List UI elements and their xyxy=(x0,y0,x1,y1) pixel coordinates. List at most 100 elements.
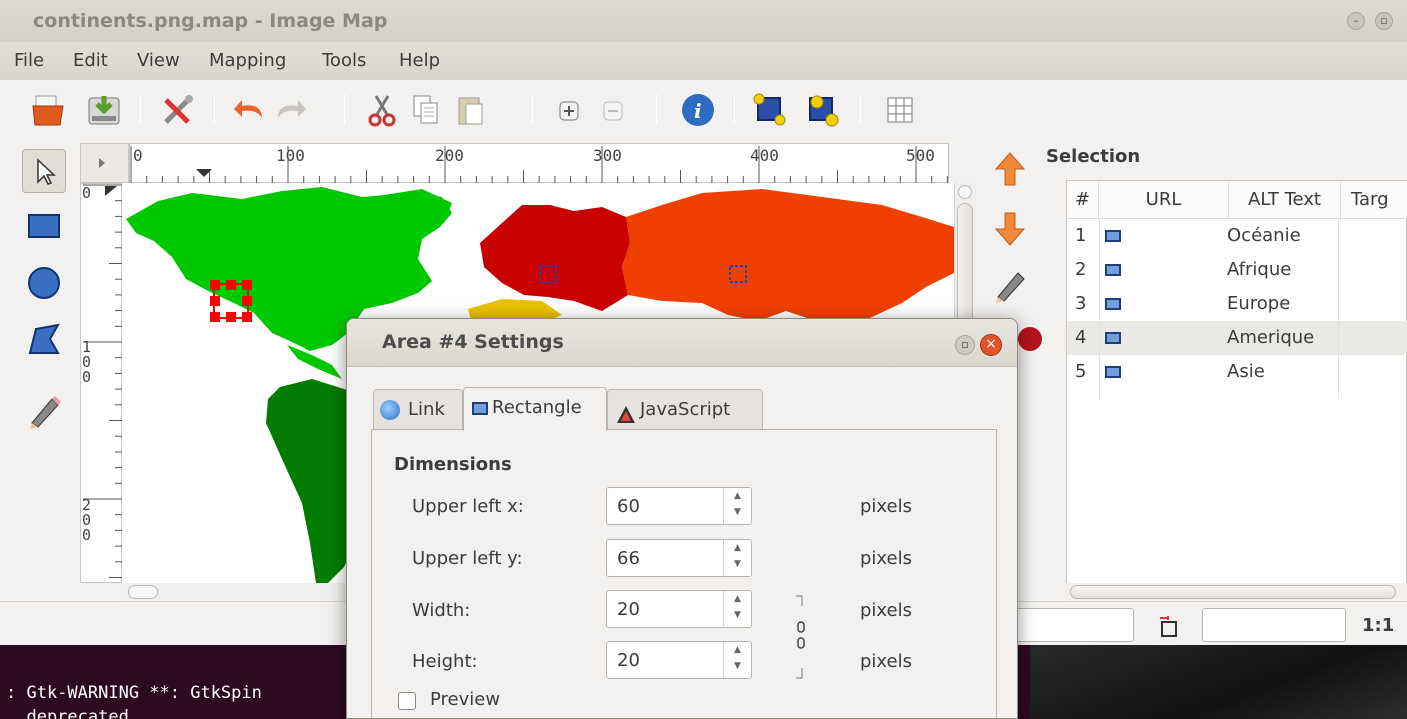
spinner-arrows[interactable]: ▲ ▼ xyxy=(723,642,751,678)
tab-label: Rectangle xyxy=(492,397,582,418)
status-field-info xyxy=(1010,608,1134,642)
tab-label: Link xyxy=(408,399,445,420)
zoom-in-icon[interactable] xyxy=(550,92,586,128)
delete-area-icon[interactable] xyxy=(1018,327,1042,351)
save-icon[interactable] xyxy=(86,92,122,128)
spinner-arrows[interactable]: ▲ ▼ xyxy=(723,591,751,627)
rectangle-icon xyxy=(1105,264,1121,276)
redo-icon[interactable] xyxy=(272,92,308,128)
central-america-shape xyxy=(287,345,342,379)
copy-icon[interactable] xyxy=(408,92,444,128)
scrollbar-thumb[interactable] xyxy=(128,585,158,599)
rectangle-icon xyxy=(1105,230,1121,242)
spinner-value[interactable]: 20 xyxy=(617,650,640,671)
circle-icon[interactable] xyxy=(22,261,66,305)
dialog-close-button[interactable]: × xyxy=(980,334,1002,356)
edit-pencil-icon[interactable] xyxy=(22,387,66,431)
move-down-icon[interactable] xyxy=(990,209,1030,249)
spinner-value[interactable]: 20 xyxy=(617,599,640,620)
chain-link-icon[interactable] xyxy=(794,594,808,680)
rectangle-tab-panel: Dimensions Upper left x: 60 ▲ ▼ pixels Up… xyxy=(371,429,997,718)
menu-mapping[interactable]: Mapping xyxy=(209,50,286,71)
table-row[interactable]: 4 Amerique xyxy=(1067,321,1407,355)
spinner-arrows[interactable]: ▲ ▼ xyxy=(723,540,751,576)
title-bar: continents.png.map - Image Map – ▫ xyxy=(0,0,1407,42)
upper-left-y-spinner[interactable]: 66 ▲ ▼ xyxy=(606,539,752,577)
row-alt-text: Asie xyxy=(1227,361,1265,382)
maximize-button[interactable]: ▫ xyxy=(1375,12,1393,30)
asia-shape xyxy=(622,189,954,333)
ruler-label: 1 0 0 xyxy=(82,338,92,386)
unit-label: pixels xyxy=(860,651,912,672)
rectangle-icon xyxy=(1105,366,1121,378)
spinner-value[interactable]: 66 xyxy=(617,548,640,569)
preferences-icon[interactable] xyxy=(160,92,196,128)
preview-label[interactable]: Preview xyxy=(430,689,500,710)
menu-view[interactable]: View xyxy=(137,50,180,71)
unit-label: pixels xyxy=(860,496,912,517)
europe-shape xyxy=(480,205,630,311)
table-row[interactable]: 2 Afrique xyxy=(1067,253,1407,287)
menu-edit[interactable]: Edit xyxy=(73,50,108,71)
move-up-icon[interactable] xyxy=(990,149,1030,189)
tool-palette xyxy=(18,143,76,443)
table-row[interactable]: 5 Asie xyxy=(1067,355,1407,389)
menu-help[interactable]: Help xyxy=(399,50,440,71)
to-back-icon[interactable] xyxy=(804,92,840,128)
section-heading: Dimensions xyxy=(394,454,512,475)
column-header-alt-text[interactable]: ALT Text xyxy=(1229,181,1341,219)
menu-file[interactable]: File xyxy=(14,50,44,71)
background-window xyxy=(1030,645,1407,719)
ruler-label: 0 xyxy=(82,184,92,202)
grid-icon[interactable] xyxy=(882,92,918,128)
width-spinner[interactable]: 20 ▲ ▼ xyxy=(606,590,752,628)
cut-icon[interactable] xyxy=(364,92,400,128)
selection-horizontal-scrollbar[interactable] xyxy=(1066,583,1407,601)
preview-checkbox[interactable] xyxy=(398,692,416,710)
tab-label: JavaScript xyxy=(640,399,731,420)
rectangle-icon xyxy=(1105,332,1121,344)
selection-table: # URL ALT Text Targ 1 Océanie 2 Afrique 3 Eur… xyxy=(1066,180,1407,600)
toolbar: i xyxy=(0,80,1407,138)
rectangle-icon[interactable] xyxy=(22,205,66,249)
globe-icon xyxy=(380,400,400,420)
column-header-url[interactable]: URL xyxy=(1099,181,1229,219)
undo-icon[interactable] xyxy=(232,92,268,128)
minimize-button[interactable]: – xyxy=(1347,12,1365,30)
paste-icon[interactable] xyxy=(452,92,488,128)
vertical-ruler: 0 1 0 0 2 0 0 xyxy=(80,183,123,583)
to-front-icon[interactable] xyxy=(752,92,788,128)
status-field-dimension xyxy=(1202,608,1346,642)
ruler-corner-button[interactable] xyxy=(80,143,129,183)
height-spinner[interactable]: 20 ▲ ▼ xyxy=(606,641,752,679)
pointer-icon[interactable] xyxy=(22,149,66,193)
column-header-target[interactable]: Targ xyxy=(1341,181,1407,219)
polygon-icon[interactable] xyxy=(22,317,66,361)
unit-label: pixels xyxy=(860,548,912,569)
tab-link[interactable]: Link xyxy=(373,389,463,431)
zoom-out-icon[interactable] xyxy=(594,92,630,128)
edit-area-icon[interactable] xyxy=(990,263,1030,303)
scrollbar-thumb[interactable] xyxy=(1070,585,1396,599)
column-header-index[interactable]: # xyxy=(1067,181,1099,219)
tab-javascript[interactable]: JavaScript xyxy=(607,389,763,431)
menu-bar: File Edit View Mapping Tools Help xyxy=(0,42,1407,80)
dialog-maximize-button[interactable]: ▫ xyxy=(955,335,975,355)
table-row[interactable]: 3 Europe xyxy=(1067,287,1407,321)
spinner-arrows[interactable]: ▲ ▼ xyxy=(723,488,751,524)
row-alt-text: Amerique xyxy=(1227,327,1315,348)
info-icon[interactable]: i xyxy=(680,92,716,128)
spinner-value[interactable]: 60 xyxy=(617,496,640,517)
ruler-label: 100 xyxy=(276,146,305,165)
row-index: 5 xyxy=(1075,361,1087,382)
open-icon[interactable] xyxy=(30,92,66,128)
table-row[interactable]: 1 Océanie xyxy=(1067,219,1407,253)
row-index: 1 xyxy=(1075,225,1087,246)
upper-left-x-spinner[interactable]: 60 ▲ ▼ xyxy=(606,487,752,525)
field-label: Width: xyxy=(412,600,471,621)
menu-tools[interactable]: Tools xyxy=(322,50,366,71)
tab-rectangle[interactable]: Rectangle xyxy=(463,387,607,431)
svg-text:i: i xyxy=(694,99,702,123)
field-label: Upper left x: xyxy=(412,496,524,517)
javascript-icon xyxy=(616,400,636,423)
